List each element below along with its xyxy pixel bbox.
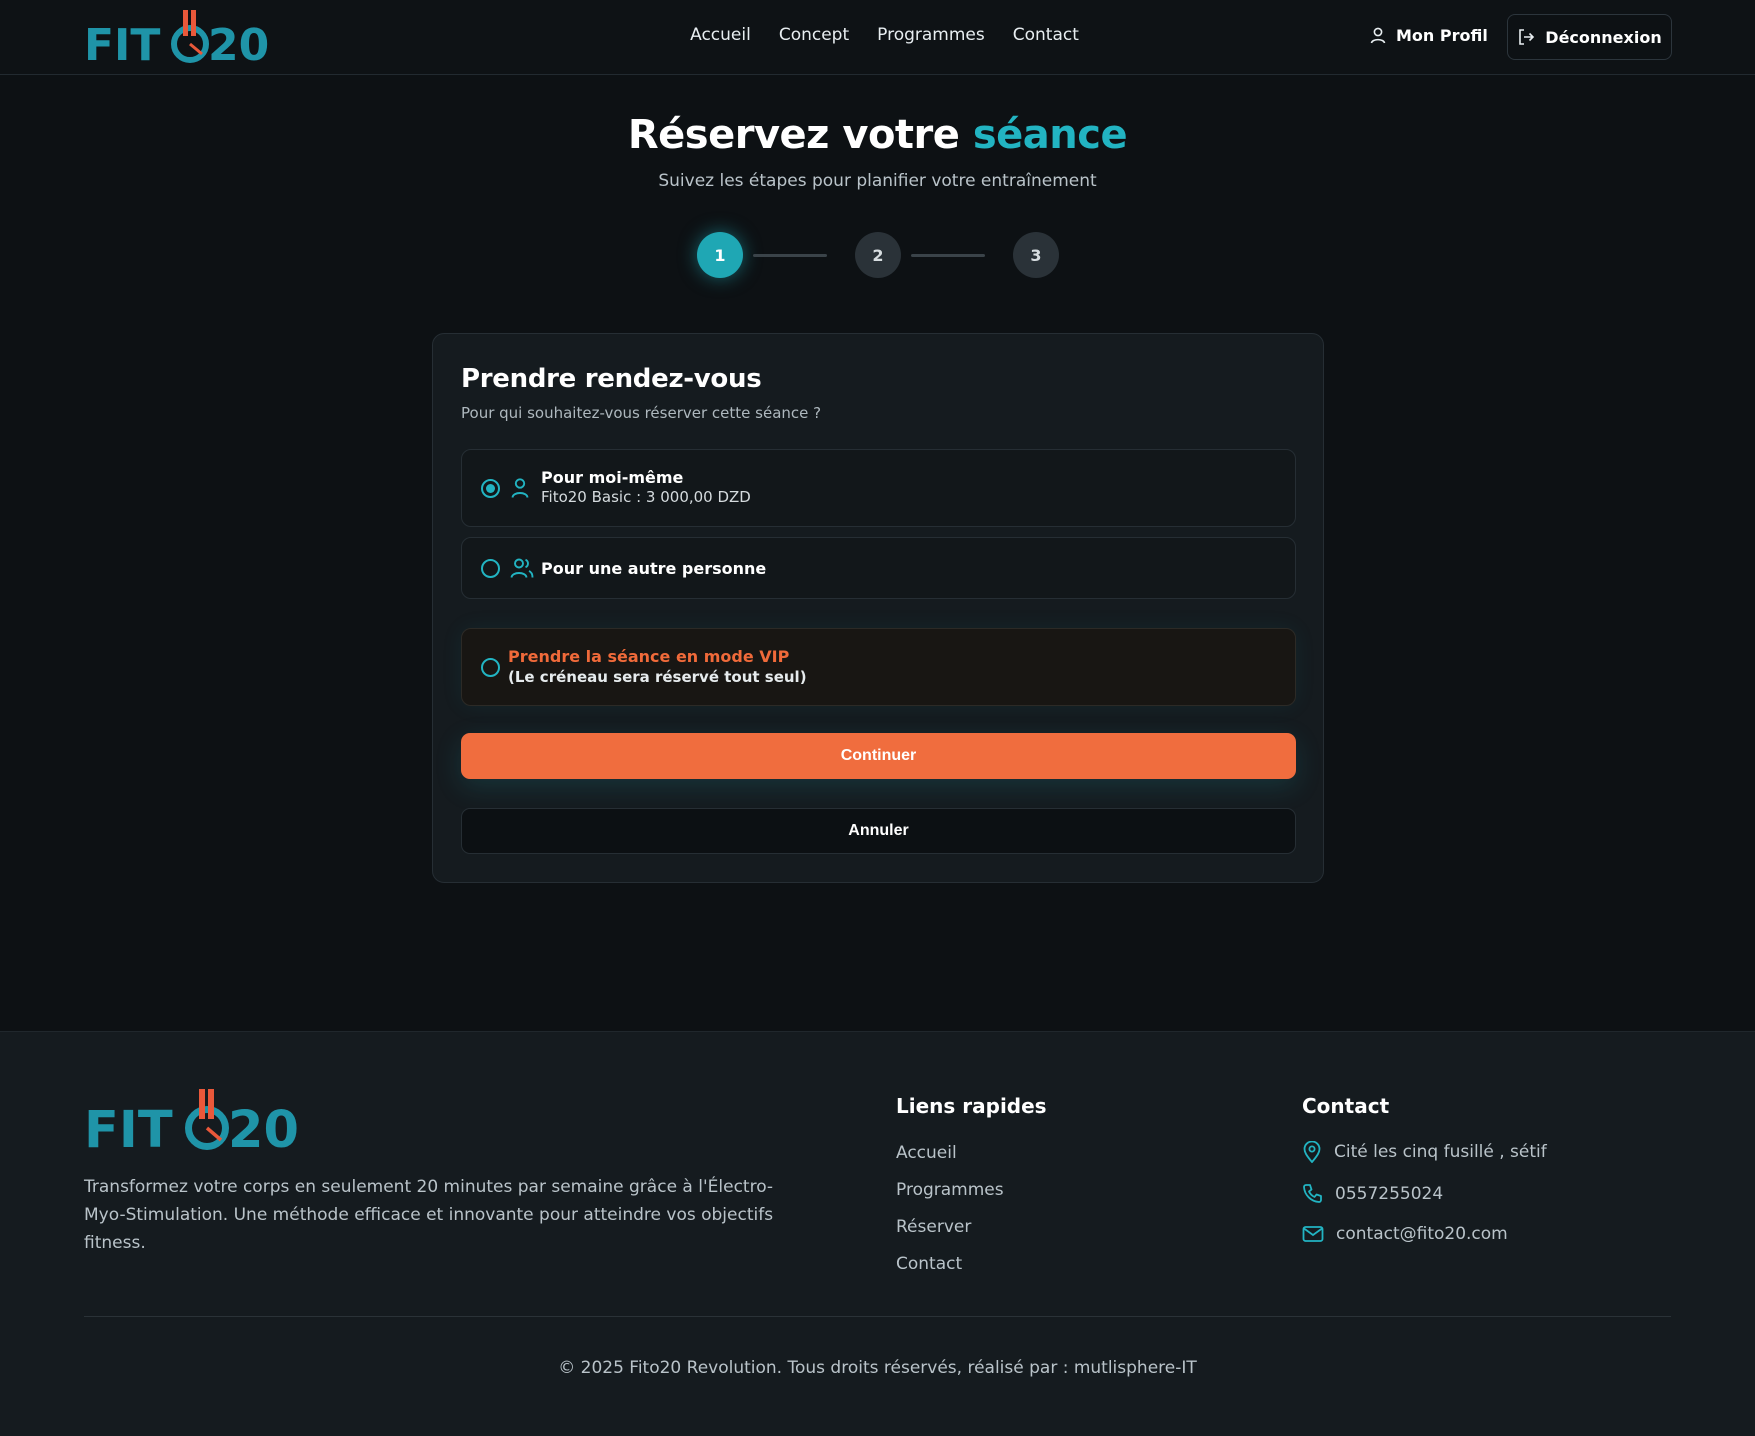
nav-programmes[interactable]: Programmes (877, 25, 985, 45)
step-connector (911, 254, 985, 257)
radio-for-myself[interactable] (481, 479, 500, 498)
contact-email-text: contact@fito20.com (1336, 1224, 1508, 1244)
option-price: Fito20 Basic : 3 000,00 DZD (541, 488, 751, 506)
step-3: 3 (1013, 232, 1059, 278)
footer-link-programmes[interactable]: Programmes (896, 1180, 1004, 1200)
contact-address: Cité les cinq fusillé , sétif (1302, 1141, 1547, 1163)
footer-divider (84, 1316, 1671, 1317)
radio-for-another-person[interactable] (481, 559, 500, 578)
footer-link-reserver[interactable]: Réserver (896, 1217, 971, 1237)
booking-card: Prendre rendez-vous Pour qui souhaitez-v… (432, 333, 1324, 883)
card-subtitle: Pour qui souhaitez-vous réserver cette s… (461, 404, 822, 422)
profile-label: Mon Profil (1396, 26, 1488, 45)
continue-button[interactable]: Continuer (461, 733, 1296, 779)
user-icon (1370, 27, 1386, 44)
svg-text:FIT: FIT (84, 1101, 173, 1153)
footer-link-accueil[interactable]: Accueil (896, 1143, 957, 1163)
contact-email[interactable]: contact@fito20.com (1302, 1224, 1508, 1244)
vip-subtitle: (Le créneau sera réservé tout seul) (508, 668, 807, 686)
profile-link[interactable]: Mon Profil (1370, 26, 1488, 45)
page-title: Réservez votre séance (0, 112, 1755, 158)
option-title: Pour moi-même (541, 468, 684, 487)
footer-logo[interactable]: FIT 20 (84, 1087, 310, 1153)
contact-heading: Contact (1302, 1094, 1390, 1118)
contact-address-text: Cité les cinq fusillé , sétif (1334, 1142, 1547, 1162)
users-icon (510, 557, 534, 583)
nav-contact[interactable]: Contact (1013, 25, 1079, 45)
nav-accueil[interactable]: Accueil (690, 25, 751, 45)
logout-label: Déconnexion (1545, 27, 1662, 47)
contact-phone[interactable]: 0557255024 (1302, 1183, 1443, 1204)
site-footer: FIT 20 Transformez votre corps en seulem… (0, 1031, 1755, 1436)
footer-description: Transformez votre corps en seulement 20 … (84, 1177, 774, 1253)
step-2: 2 (855, 232, 901, 278)
card-title: Prendre rendez-vous (461, 364, 762, 394)
nav-concept[interactable]: Concept (779, 25, 849, 45)
copyright: © 2025 Fito20 Revolution. Tous droits ré… (558, 1358, 1197, 1378)
footer-link-contact[interactable]: Contact (896, 1254, 962, 1274)
map-pin-icon (1303, 1141, 1321, 1163)
user-icon (510, 477, 530, 503)
radio-vip-mode[interactable] (481, 658, 500, 677)
contact-phone-text: 0557255024 (1335, 1183, 1444, 1204)
logout-icon (1519, 29, 1535, 45)
page-subtitle: Suivez les étapes pour planifier votre e… (658, 171, 1097, 191)
step-1: 1 (697, 232, 743, 278)
fito20-logo-icon: FIT 20 (84, 1089, 299, 1153)
cancel-button[interactable]: Annuler (461, 808, 1296, 854)
mail-icon (1302, 1226, 1324, 1242)
site-header: FIT 20 Accueil Concept Programmes Contac… (0, 0, 1755, 75)
vip-title: Prendre la séance en mode VIP (508, 647, 790, 666)
option-vip-mode[interactable]: Prendre la séance en mode VIP (Le crénea… (461, 628, 1296, 706)
logout-button[interactable]: Déconnexion (1507, 14, 1672, 60)
option-for-myself[interactable]: Pour moi-même Fito20 Basic : 3 000,00 DZ… (461, 449, 1296, 527)
quick-links-heading: Liens rapides (896, 1094, 1047, 1118)
svg-text:20: 20 (228, 1101, 299, 1153)
option-title: Pour une autre personne (541, 559, 767, 578)
phone-icon (1303, 1184, 1322, 1203)
option-for-another-person[interactable]: Pour une autre personne (461, 537, 1296, 599)
step-connector (753, 254, 827, 257)
page-title-accent: séance (972, 112, 1128, 158)
page-title-main: Réservez votre (627, 112, 960, 158)
main-nav: Accueil Concept Programmes Contact (0, 25, 1755, 45)
